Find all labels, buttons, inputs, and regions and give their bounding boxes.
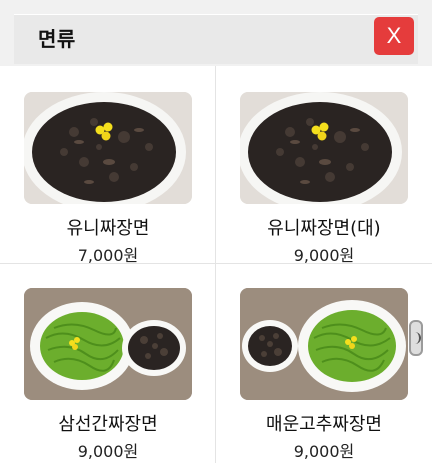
category-header: 면류 bbox=[14, 14, 418, 64]
close-button[interactable]: X bbox=[374, 17, 414, 55]
category-title: 면류 bbox=[38, 27, 76, 51]
menu-item-card[interactable]: 삼선간짜장면 9,000원 bbox=[24, 288, 214, 461]
menu-item-price: 7,000원 bbox=[77, 246, 139, 265]
menu-item-name: 유니짜장면(대) bbox=[267, 218, 381, 239]
green-noodle-image bbox=[24, 288, 192, 400]
jjajang-bowl-image bbox=[24, 92, 192, 204]
menu-item-name: 유니짜장면 bbox=[66, 218, 150, 239]
menu-item-name: 삼선간짜장면 bbox=[58, 414, 158, 435]
green-noodle-image bbox=[240, 288, 408, 400]
menu-item-price: 9,000원 bbox=[293, 442, 355, 461]
menu-item-card[interactable]: 유니짜장면(대) 9,000원 bbox=[240, 92, 430, 265]
menu-item-price: 9,000원 bbox=[293, 246, 355, 265]
grip-icon bbox=[413, 332, 421, 344]
menu-app: 면류 X 유니짜장면 7,000원 유니짜장면(대) 9,000원 삼선간짜장면… bbox=[0, 0, 432, 463]
scroll-handle[interactable] bbox=[409, 320, 423, 356]
menu-grid: 유니짜장면 7,000원 유니짜장면(대) 9,000원 삼선간짜장면 9,00… bbox=[0, 66, 432, 463]
jjajang-bowl-image bbox=[240, 92, 408, 204]
menu-item-name: 매운고추짜장면 bbox=[266, 414, 382, 435]
grid-divider-vertical bbox=[215, 66, 216, 463]
menu-item-price: 9,000원 bbox=[77, 442, 139, 461]
menu-item-card[interactable]: 유니짜장면 7,000원 bbox=[24, 92, 214, 265]
menu-item-card[interactable]: 매운고추짜장면 9,000원 bbox=[240, 288, 430, 461]
